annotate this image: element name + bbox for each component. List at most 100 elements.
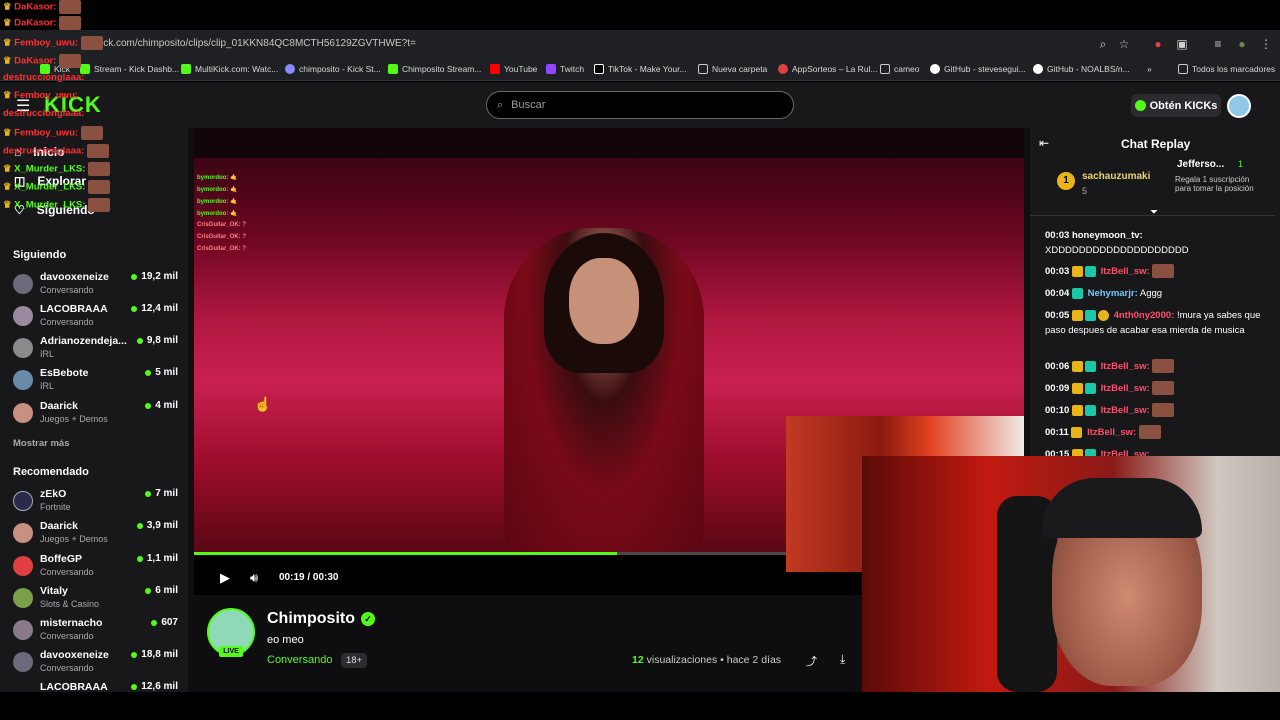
share-icon[interactable]: ⤴ bbox=[806, 653, 817, 669]
clip-title: eo meo bbox=[267, 634, 304, 646]
crown-badge-icon bbox=[1071, 426, 1083, 438]
emote-icon bbox=[80, 126, 103, 140]
crown-badge-icon bbox=[1071, 382, 1083, 394]
avatar bbox=[13, 274, 33, 294]
extension-icon[interactable]: ● bbox=[1150, 36, 1166, 52]
get-kicks-button[interactable]: Obtén KICKs bbox=[1131, 94, 1221, 117]
crown-badge-icon: ♛ bbox=[3, 163, 12, 175]
sidebar-channel[interactable]: davooxeneize Conversando 18,8 mil bbox=[13, 649, 178, 679]
emote-icon bbox=[1138, 425, 1161, 440]
sub-badge-icon bbox=[1084, 360, 1096, 372]
webcam-overlay bbox=[862, 456, 1280, 692]
sub-badge-icon bbox=[1084, 382, 1096, 394]
avatar bbox=[13, 338, 33, 358]
collapse-chat-icon[interactable]: ⇤ bbox=[1039, 136, 1049, 150]
following-title: Siguiendo bbox=[13, 249, 67, 261]
expand-pinned-icon[interactable]: ⏷ bbox=[1150, 207, 1158, 218]
bookmark-folder-cameo[interactable]: cameo bbox=[880, 64, 920, 74]
chat-message: 00:03 ItzBell_sw: bbox=[1045, 264, 1270, 279]
bookmark-stream-dashboard[interactable]: Stream - Kick Dashb... bbox=[80, 64, 179, 74]
verified-icon: ✓ bbox=[361, 612, 375, 626]
sub-badge-icon bbox=[1071, 287, 1083, 299]
zoom-icon[interactable]: ⌕ bbox=[1095, 36, 1111, 52]
chat-title: Chat Replay bbox=[1121, 137, 1191, 151]
folder-icon bbox=[880, 64, 890, 74]
bookmark-all[interactable]: Todos los marcadores bbox=[1178, 64, 1275, 74]
kick-icon bbox=[388, 64, 398, 74]
bottom-bar bbox=[0, 692, 1280, 720]
sidebar-channel[interactable]: Daarick Juegos + Demos 4 mil bbox=[13, 400, 178, 430]
sub-badge-icon bbox=[1084, 265, 1096, 277]
bookmark-star-icon[interactable]: ☆ bbox=[1116, 36, 1132, 52]
bookmark-github-1[interactable]: GitHub - stevesegui... bbox=[930, 64, 1026, 74]
crown-badge-icon: ♛ bbox=[3, 37, 12, 49]
bookmark-chimposito-stream[interactable]: Chimposito Stream... bbox=[388, 64, 481, 74]
crown-badge-icon bbox=[1071, 404, 1083, 416]
sidebar-channel[interactable]: misternacho Conversando 607 bbox=[13, 617, 178, 647]
sidebar-channel[interactable]: LACOBRAAA Conversando 12,4 mil bbox=[13, 303, 178, 333]
avatar bbox=[13, 523, 33, 543]
stream-overlay-line: destruccionglaaa: bbox=[3, 144, 109, 158]
media-icon[interactable]: ≡ bbox=[1210, 36, 1226, 52]
view-count: 12 visualizaciones • hace 2 días bbox=[632, 654, 782, 666]
player-overlay-chat-line: bymordoo: 🤙 bbox=[197, 187, 238, 193]
bookmark-folder-nueva[interactable]: Nueva carpeta bbox=[698, 64, 767, 74]
channel-name[interactable]: Chimposito ✓ bbox=[267, 610, 375, 628]
search-icon: ⌕ bbox=[497, 98, 504, 111]
live-dot-icon bbox=[151, 619, 158, 626]
sub-badge-icon bbox=[1084, 309, 1096, 321]
sidebar-channel[interactable]: davooxeneize Conversando 19,2 mil bbox=[13, 271, 178, 301]
search-input[interactable]: ⌕ Buscar bbox=[486, 91, 794, 119]
bookmark-youtube[interactable]: YouTube bbox=[490, 64, 537, 74]
rank-one-icon: 1 bbox=[1057, 172, 1075, 190]
sidebar-channel[interactable]: Adrianozendeja... IRL 9,8 mil bbox=[13, 335, 178, 365]
sidebar-channel[interactable]: LACOBRAAA 12,6 mil bbox=[13, 681, 178, 692]
sidebar-channel[interactable]: BoffeGP Conversando 1,1 mil bbox=[13, 553, 178, 583]
profile-icon[interactable]: ● bbox=[1234, 36, 1250, 52]
pinned-right-text: Regala 1 suscripción para tomar la posic… bbox=[1175, 175, 1254, 193]
mouse-cursor-icon: ☝ bbox=[254, 396, 272, 412]
bookmark-twitch[interactable]: Twitch bbox=[546, 64, 584, 74]
bookmark-chimposito-kick[interactable]: chimposito - Kick St... bbox=[285, 64, 381, 74]
crown-badge-icon bbox=[1071, 265, 1083, 277]
live-dot-icon bbox=[136, 522, 143, 529]
bookmark-tiktok[interactable]: TikTok - Make Your... bbox=[594, 64, 687, 74]
crown-badge-icon bbox=[1071, 309, 1083, 321]
crown-badge-icon: ♛ bbox=[3, 55, 12, 67]
bookmark-appsorteos[interactable]: AppSorteos – La Rul... bbox=[778, 64, 878, 74]
show-more-link[interactable]: Mostrar más bbox=[13, 438, 70, 449]
avatar bbox=[13, 588, 33, 608]
emote-icon bbox=[1152, 381, 1175, 396]
bookmark-multikick[interactable]: MultiKick.com: Watc... bbox=[181, 64, 278, 74]
stream-overlay-line: ♛ Femboy_uwu: bbox=[3, 36, 103, 50]
channel-category[interactable]: Conversando bbox=[267, 654, 332, 666]
user-avatar[interactable] bbox=[1227, 94, 1251, 118]
player-overlay-chat-line: bymordoo: 🤙 bbox=[197, 211, 238, 217]
emote-icon bbox=[86, 144, 109, 158]
crown-badge-icon: ♛ bbox=[3, 17, 12, 29]
bookmark-github-2[interactable]: GitHub - NOALBS/n... bbox=[1033, 64, 1130, 74]
emote-icon bbox=[88, 198, 111, 212]
sidebar-channel[interactable]: zEkO Fortnite 7 mil bbox=[13, 488, 178, 518]
bookmarks-overflow[interactable]: » bbox=[1147, 64, 1152, 74]
sidebar-channel[interactable]: Vitaly Slots & Casino 6 mil bbox=[13, 585, 178, 615]
play-icon[interactable]: ▶ bbox=[220, 570, 230, 586]
sub-badge-icon bbox=[1084, 404, 1096, 416]
download-icon[interactable]: ⤓ bbox=[840, 652, 845, 667]
pinned-right-count: 1 bbox=[1238, 159, 1244, 169]
pinned-right-user[interactable]: Jefferso... bbox=[1177, 159, 1224, 170]
sidebar-channel[interactable]: Daarick Juegos + Demos 3,9 mil bbox=[13, 520, 178, 550]
sidebar-channel[interactable]: EsBebote IRL 5 mil bbox=[13, 367, 178, 397]
emote-icon bbox=[59, 16, 82, 30]
black-cap bbox=[1042, 478, 1202, 538]
url-text[interactable]: kick.com/chimposito/clips/clip_01KKN84QC… bbox=[96, 38, 416, 49]
age-rating-badge: 18+ bbox=[341, 653, 368, 668]
browser-menu-icon[interactable]: ⋮ bbox=[1258, 36, 1274, 52]
pinned-user[interactable]: sachauzumaki bbox=[1082, 171, 1150, 182]
live-dot-icon bbox=[145, 587, 152, 594]
puzzle-icon[interactable]: ▣ bbox=[1174, 36, 1190, 52]
volume-icon[interactable]: 🔊︎ bbox=[250, 570, 258, 586]
appsorteos-icon bbox=[778, 64, 788, 74]
live-dot-icon bbox=[131, 683, 138, 690]
chat-message: 00:04 Nehymarjr: Aggg bbox=[1045, 287, 1163, 299]
